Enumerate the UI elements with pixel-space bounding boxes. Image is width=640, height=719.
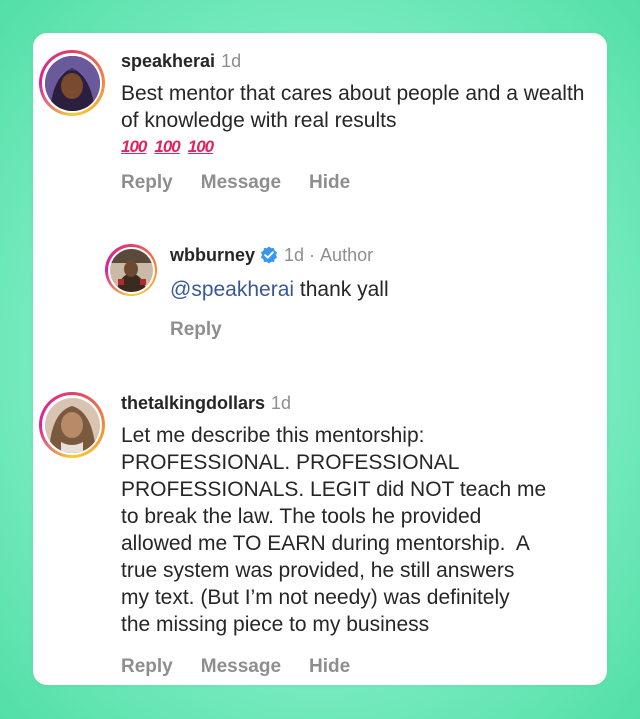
username[interactable]: speakherai [121, 50, 215, 72]
comments-card: speakherai 1d Best mentor that cares abo… [33, 33, 607, 685]
comment-actions: Reply Message Hide [121, 656, 601, 678]
comment-text: @speakherai thank yall [170, 276, 389, 303]
hide-button[interactable]: Hide [309, 656, 350, 678]
username[interactable]: wbburney [170, 244, 255, 266]
verified-badge-icon [260, 246, 278, 264]
avatar[interactable] [39, 50, 105, 116]
reply-text: thank yall [294, 278, 389, 301]
reply-button[interactable]: Reply [170, 319, 222, 341]
username[interactable]: thetalkingdollars [121, 392, 265, 414]
comment-text: Let me describe this mentorship: PROFESS… [121, 424, 547, 636]
avatar[interactable] [39, 392, 105, 458]
separator: · [309, 245, 316, 265]
comment-text: Best mentor that cares about people and … [121, 82, 591, 132]
author-label: Author [320, 245, 374, 265]
comment-actions: Reply [170, 319, 389, 341]
profile-photo [44, 397, 100, 453]
comment-actions: Reply Message Hide [121, 172, 601, 194]
reply-wbburney: wbburney 1d · Author @speakherai thank y… [105, 244, 585, 341]
hundred-points-icon: 100 [121, 137, 147, 156]
avatar[interactable] [105, 244, 157, 296]
hundred-points-icon: 100 [187, 137, 214, 156]
message-button[interactable]: Message [201, 172, 281, 194]
hundred-points-icon: 100 [154, 137, 180, 156]
message-button[interactable]: Message [201, 656, 281, 678]
reply-button[interactable]: Reply [121, 656, 173, 678]
timestamp: 1d [284, 245, 305, 265]
comment-thetalkingdollars: thetalkingdollars 1d Let me describe thi… [39, 392, 599, 678]
emoji-row: 100 100 100 [121, 136, 601, 158]
timestamp: 1d [221, 51, 242, 71]
mention-link[interactable]: @speakherai [170, 278, 294, 301]
reply-button[interactable]: Reply [121, 172, 173, 194]
comment-speakherai: speakherai 1d Best mentor that cares abo… [39, 50, 589, 194]
profile-photo [44, 55, 100, 111]
timestamp: 1d [271, 393, 292, 413]
profile-photo [109, 248, 153, 292]
hide-button[interactable]: Hide [309, 172, 350, 194]
